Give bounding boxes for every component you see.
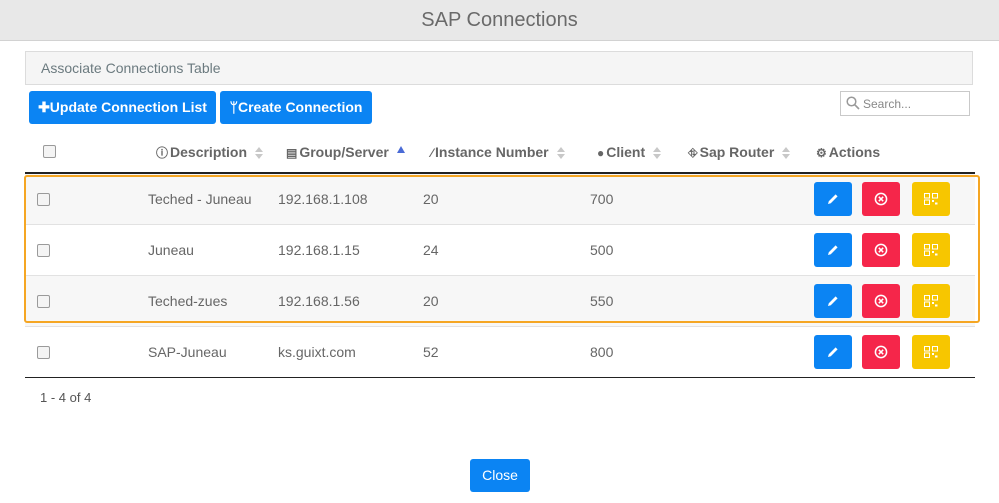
x-circle-icon xyxy=(874,294,888,308)
cell-description: Teched - Juneau xyxy=(148,191,252,207)
x-circle-icon xyxy=(874,345,888,359)
column-description-label: Description xyxy=(170,144,248,160)
qr-code-button[interactable] xyxy=(912,233,950,267)
edit-button[interactable] xyxy=(814,284,852,318)
column-header-actions: ⚙ Actions xyxy=(816,134,880,170)
cell-client: 800 xyxy=(590,344,614,360)
qr-code-button[interactable] xyxy=(912,335,950,369)
column-header-sap-router[interactable]: ⛗ Sap Router xyxy=(688,134,791,170)
pencil-icon xyxy=(828,347,838,357)
panel-heading: Associate Connections Table xyxy=(25,51,973,85)
sort-ascending-icon xyxy=(396,146,405,153)
info-circle-icon: ⓘ xyxy=(156,146,169,160)
qr-code-button[interactable] xyxy=(912,182,950,216)
column-header-description[interactable]: ⓘ Description xyxy=(156,134,264,170)
user-icon: ● xyxy=(597,146,605,160)
qr-code-icon xyxy=(924,295,938,307)
edit-button[interactable] xyxy=(814,182,852,216)
server-icon: ▤ xyxy=(286,146,298,160)
table-row[interactable]: Teched - Juneau 192.168.1.108 20 700 xyxy=(25,174,975,225)
sort-icon xyxy=(556,147,565,160)
pencil-icon xyxy=(828,296,838,306)
x-circle-icon xyxy=(874,192,888,206)
pencil-icon xyxy=(828,194,838,204)
cell-client: 550 xyxy=(590,293,614,309)
delete-button[interactable] xyxy=(862,284,900,318)
column-client-label: Client xyxy=(606,144,646,160)
cell-group-server: 192.168.1.15 xyxy=(278,242,360,258)
cell-group-server: ks.guixt.com xyxy=(278,344,356,360)
sort-icon xyxy=(653,147,662,160)
delete-button[interactable] xyxy=(862,182,900,216)
x-circle-icon xyxy=(874,243,888,257)
close-button[interactable]: Close xyxy=(470,459,530,492)
column-header-instance-number[interactable]: ⁄ Instance Number xyxy=(431,134,565,170)
cell-instance-number: 24 xyxy=(423,242,439,258)
create-connection-label: Create Connection xyxy=(237,99,363,115)
table-row[interactable]: SAP-Juneau ks.guixt.com 52 800 xyxy=(25,327,975,378)
qr-code-icon xyxy=(924,244,938,256)
branch-icon: ᛘ xyxy=(229,99,238,115)
column-sap-router-label: Sap Router xyxy=(699,144,775,160)
search-input[interactable] xyxy=(863,95,963,112)
cell-instance-number: 52 xyxy=(423,344,439,360)
table-header: ⓘ Description ▤ Group/Server ⁄ Instance Num… xyxy=(25,134,975,174)
row-checkbox[interactable] xyxy=(37,244,50,257)
qr-code-icon xyxy=(924,193,938,205)
row-checkbox[interactable] xyxy=(37,346,50,359)
qr-code-icon xyxy=(924,346,938,358)
cell-description: SAP-Juneau xyxy=(148,344,227,360)
cell-group-server: 192.168.1.56 xyxy=(278,293,360,309)
edit-button[interactable] xyxy=(814,233,852,267)
edit-button[interactable] xyxy=(814,335,852,369)
cell-description: Teched-zues xyxy=(148,293,228,309)
table-row[interactable]: Juneau 192.168.1.15 24 500 xyxy=(25,225,975,276)
column-instance-number-label: Instance Number xyxy=(435,144,549,160)
search-box xyxy=(840,91,970,116)
modal-title: SAP Connections xyxy=(0,0,999,41)
cell-group-server: 192.168.1.108 xyxy=(278,191,368,207)
delete-button[interactable] xyxy=(862,335,900,369)
delete-button[interactable] xyxy=(862,233,900,267)
search-icon xyxy=(846,96,860,110)
column-actions-label: Actions xyxy=(828,144,881,160)
pagination-info: 1 - 4 of 4 xyxy=(40,390,92,405)
column-header-group-server[interactable]: ▤ Group/Server xyxy=(286,134,405,170)
update-connection-list-button[interactable]: ✚Update Connection List xyxy=(29,91,216,124)
pencil-icon xyxy=(828,245,838,255)
qr-code-button[interactable] xyxy=(912,284,950,318)
sort-icon xyxy=(782,147,791,160)
plus-icon: ✚ xyxy=(38,99,50,115)
update-connection-list-label: Update Connection List xyxy=(49,99,207,115)
cell-instance-number: 20 xyxy=(423,191,439,207)
gear-icon: ⚙ xyxy=(816,146,827,160)
select-all-checkbox[interactable] xyxy=(43,145,56,158)
table-row[interactable]: Teched-zues 192.168.1.56 20 550 xyxy=(25,276,975,327)
cell-instance-number: 20 xyxy=(423,293,439,309)
sort-icon xyxy=(255,147,264,160)
cell-description: Juneau xyxy=(148,242,194,258)
cell-client: 500 xyxy=(590,242,614,258)
create-connection-button[interactable]: ᛘCreate Connection xyxy=(220,91,372,124)
column-group-server-label: Group/Server xyxy=(299,144,389,160)
cell-client: 700 xyxy=(590,191,614,207)
road-icon: ⛗ xyxy=(688,146,698,160)
row-checkbox[interactable] xyxy=(37,295,50,308)
magic-wand-icon: ⁄ xyxy=(431,146,434,160)
row-checkbox[interactable] xyxy=(37,193,50,206)
column-header-client[interactable]: ● Client xyxy=(597,134,662,170)
